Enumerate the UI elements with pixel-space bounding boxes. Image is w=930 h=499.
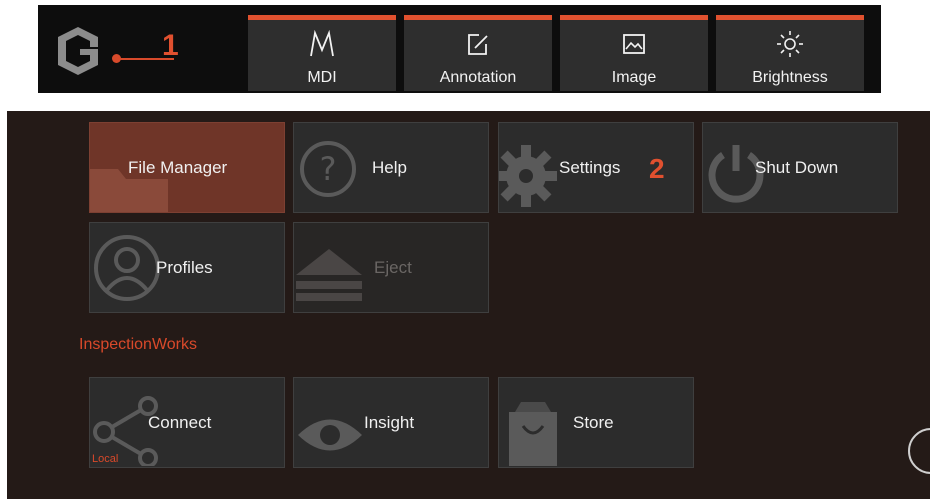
shut-down-tile[interactable]: Shut Down bbox=[702, 122, 898, 213]
settings-label: Settings bbox=[559, 157, 621, 177]
mdi-label: MDI bbox=[307, 69, 337, 86]
callout-1-label: 1 bbox=[162, 29, 179, 62]
help-label: Help bbox=[372, 157, 407, 177]
image-icon bbox=[560, 30, 708, 58]
eject-icon bbox=[296, 249, 362, 301]
profiles-tile[interactable]: Profiles bbox=[89, 222, 285, 313]
help-tile[interactable]: ? Help bbox=[293, 122, 489, 213]
profiles-label: Profiles bbox=[156, 257, 213, 277]
top-toolbar: 1 MDI Annotation Image Brightness bbox=[38, 5, 881, 93]
help-icon: ? bbox=[300, 141, 356, 197]
main-menu-panel: File Manager ? Help Settings 2 Shut Down… bbox=[7, 111, 930, 499]
store-bag-icon bbox=[509, 402, 557, 466]
annotation-icon bbox=[404, 30, 552, 58]
user-icon bbox=[94, 235, 160, 301]
app-logo-icon bbox=[58, 27, 98, 75]
insight-tile[interactable]: Insight bbox=[293, 377, 489, 468]
eject-tile[interactable]: Eject bbox=[293, 222, 489, 313]
brightness-button[interactable]: Brightness bbox=[716, 15, 864, 91]
connect-label: Connect bbox=[148, 412, 212, 432]
store-label: Store bbox=[573, 412, 614, 432]
annotation-button[interactable]: Annotation bbox=[404, 15, 552, 91]
image-label: Image bbox=[611, 69, 657, 86]
inspectionworks-section-title: InspectionWorks bbox=[79, 336, 197, 353]
home-logo-button[interactable] bbox=[50, 23, 106, 79]
callout-2-label: 2 bbox=[649, 153, 665, 184]
eject-label: Eject bbox=[374, 257, 412, 277]
brightness-icon bbox=[716, 30, 864, 58]
settings-tile[interactable]: Settings 2 bbox=[498, 122, 694, 213]
local-badge: Local bbox=[92, 453, 119, 465]
side-drawer-button[interactable] bbox=[908, 428, 930, 474]
annotation-label: Annotation bbox=[439, 69, 517, 86]
mdi-button[interactable]: MDI bbox=[248, 15, 396, 91]
file-manager-label: File Manager bbox=[128, 157, 228, 177]
file-manager-tile[interactable]: File Manager bbox=[89, 122, 285, 213]
store-tile[interactable]: Store bbox=[498, 377, 694, 468]
gear-icon bbox=[499, 145, 557, 207]
eye-icon bbox=[298, 419, 362, 451]
mdi-icon bbox=[248, 30, 396, 58]
image-button[interactable]: Image bbox=[560, 15, 708, 91]
brightness-label: Brightness bbox=[752, 69, 828, 86]
insight-label: Insight bbox=[364, 412, 415, 432]
shut-down-label: Shut Down bbox=[755, 157, 839, 177]
connect-tile[interactable]: Connect Local bbox=[89, 377, 285, 468]
svg-text:?: ? bbox=[320, 150, 337, 188]
